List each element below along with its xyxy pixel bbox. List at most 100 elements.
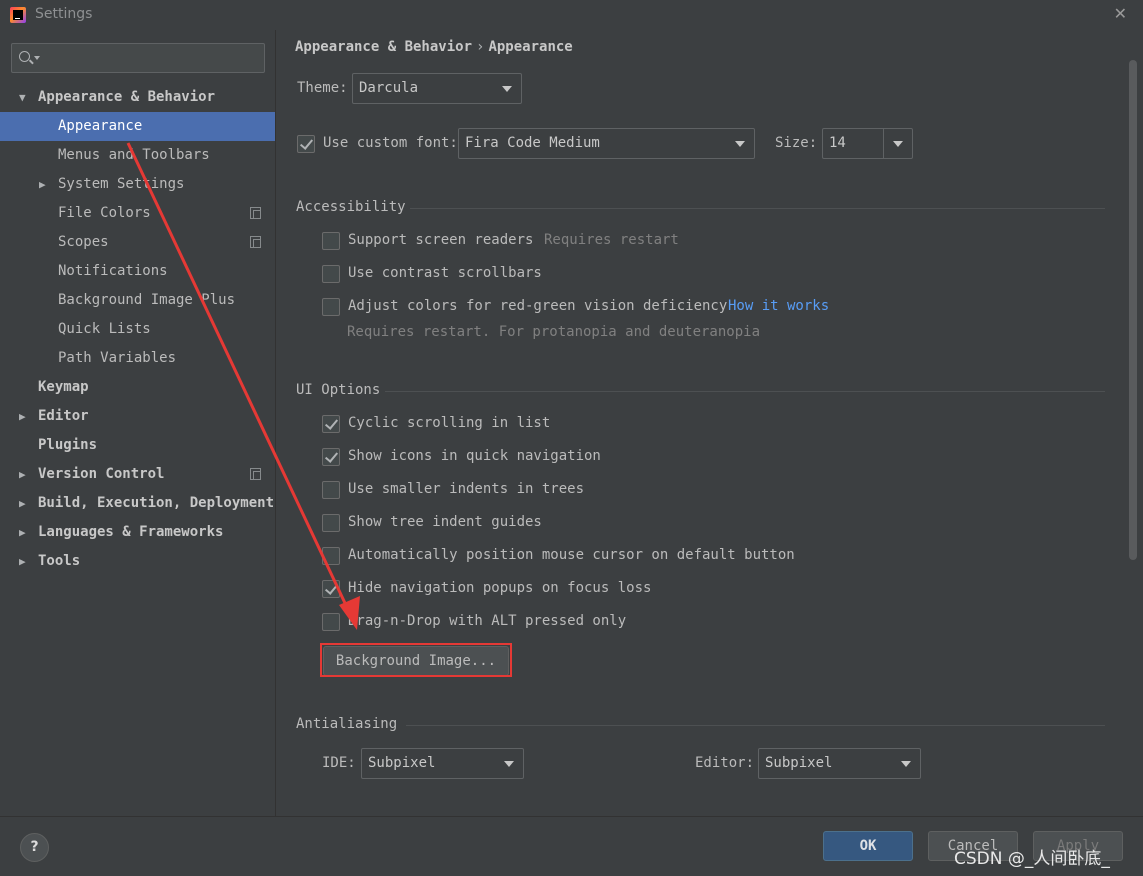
- breadcrumb-current: Appearance: [488, 39, 573, 55]
- font-size-select[interactable]: 14: [822, 128, 913, 159]
- tree-item-label: Languages & Frameworks: [38, 524, 224, 540]
- show-icons-checkbox[interactable]: [322, 448, 340, 466]
- close-icon[interactable]: ✕: [1114, 4, 1127, 23]
- tree-item-system-settings[interactable]: ▶ System Settings: [0, 170, 275, 199]
- tree-item-label: Tools: [38, 553, 81, 569]
- section-divider: [385, 391, 1105, 392]
- help-button[interactable]: ?: [20, 833, 49, 862]
- ok-button[interactable]: OK: [823, 831, 913, 861]
- expanded-arrow-icon[interactable]: ▼: [19, 83, 26, 112]
- tree-item-path-variables[interactable]: Path Variables: [0, 344, 275, 373]
- contrast-scrollbars-checkbox[interactable]: [322, 265, 340, 283]
- font-value: Fira Code Medium: [465, 135, 600, 151]
- tree-item-notifications[interactable]: Notifications: [0, 257, 275, 286]
- appearance-settings-panel: Appearance & Behavior › Appearance Theme: …: [275, 30, 1143, 816]
- cyclic-scrolling-checkbox[interactable]: [322, 415, 340, 433]
- tree-item-label: Background Image Plus: [58, 292, 236, 308]
- hide-popups-checkbox[interactable]: [322, 580, 340, 598]
- hide-popups-label: Hide navigation popups on focus loss: [348, 580, 652, 596]
- color-deficiency-checkbox[interactable]: [322, 298, 340, 316]
- collapsed-arrow-icon[interactable]: ▶: [39, 170, 46, 199]
- dialog-footer: ? OK Cancel Apply CSDN @_人间卧底_: [0, 816, 1143, 876]
- tree-item-plugins[interactable]: Plugins: [0, 431, 275, 460]
- font-select[interactable]: Fira Code Medium: [458, 128, 755, 159]
- tree-item-editor[interactable]: ▶ Editor: [0, 402, 275, 431]
- breadcrumb: Appearance & Behavior › Appearance: [295, 39, 573, 55]
- editor-antialiasing-select[interactable]: Subpixel: [758, 748, 921, 779]
- collapsed-arrow-icon[interactable]: ▶: [19, 402, 26, 431]
- drag-drop-checkbox[interactable]: [322, 613, 340, 631]
- project-level-copy-icon: [250, 468, 261, 480]
- combo-divider: [883, 129, 884, 158]
- tree-item-label: Menus and Toolbars: [58, 147, 210, 163]
- collapsed-arrow-icon[interactable]: ▶: [19, 489, 26, 518]
- intellij-app-icon: [10, 7, 26, 23]
- search-icon: [19, 51, 30, 62]
- tree-item-scopes[interactable]: Scopes: [0, 228, 275, 257]
- section-divider: [410, 208, 1105, 209]
- smaller-indents-label: Use smaller indents in trees: [348, 481, 585, 497]
- tree-item-label: Version Control: [38, 466, 165, 482]
- auto-mouse-checkbox[interactable]: [322, 547, 340, 565]
- indent-guides-checkbox[interactable]: [322, 514, 340, 532]
- collapsed-arrow-icon[interactable]: ▶: [19, 547, 26, 576]
- custom-font-checkbox[interactable]: [297, 135, 315, 153]
- annotation-highlight-box: [320, 643, 512, 677]
- tree-item-languages-frameworks[interactable]: ▶ Languages & Frameworks: [0, 518, 275, 547]
- color-deficiency-label: Adjust colors for red-green vision defic…: [348, 298, 728, 314]
- theme-value: Darcula: [359, 80, 419, 96]
- chevron-down-icon: [901, 761, 911, 767]
- collapsed-arrow-icon[interactable]: ▶: [19, 518, 26, 547]
- tree-item-label: System Settings: [58, 176, 185, 192]
- tree-item-label: Notifications: [58, 263, 168, 279]
- ide-antialiasing-select[interactable]: Subpixel: [361, 748, 524, 779]
- smaller-indents-checkbox[interactable]: [322, 481, 340, 499]
- editor-antialiasing-label: Editor:: [695, 755, 755, 771]
- show-icons-label: Show icons in quick navigation: [348, 448, 601, 464]
- breadcrumb-separator: ›: [476, 39, 485, 55]
- tree-item-tools[interactable]: ▶ Tools: [0, 547, 275, 576]
- search-input[interactable]: [11, 43, 265, 73]
- search-history-chevron-icon[interactable]: [34, 56, 40, 60]
- antialiasing-section-title: Antialiasing: [296, 716, 398, 732]
- tree-item-label: Scopes: [58, 234, 109, 250]
- auto-mouse-label: Automatically position mouse cursor on d…: [348, 547, 795, 563]
- window-title: Settings: [35, 6, 93, 22]
- tree-item-build-execution-deployment[interactable]: ▶ Build, Execution, Deployment: [0, 489, 275, 518]
- chevron-down-icon: [504, 761, 514, 767]
- tree-item-label: Appearance & Behavior: [38, 89, 216, 105]
- tree-item-version-control[interactable]: ▶ Version Control: [0, 460, 275, 489]
- tree-item-file-colors[interactable]: File Colors: [0, 199, 275, 228]
- how-it-works-link[interactable]: How it works: [728, 298, 829, 314]
- tree-item-appearance[interactable]: Appearance: [0, 112, 275, 141]
- vertical-scrollbar[interactable]: [1129, 60, 1137, 560]
- font-size-value: 14: [829, 135, 846, 151]
- ide-antialiasing-label: IDE:: [322, 755, 356, 771]
- screen-readers-label: Support screen readers: [348, 232, 534, 248]
- cyclic-scrolling-label: Cyclic scrolling in list: [348, 415, 551, 431]
- theme-select[interactable]: Darcula: [352, 73, 522, 104]
- settings-tree: ▼ Appearance & Behavior Appearance Menus…: [0, 83, 275, 576]
- tree-item-appearance-behavior[interactable]: ▼ Appearance & Behavior: [0, 83, 275, 112]
- chevron-down-icon: [735, 141, 745, 147]
- indent-guides-label: Show tree indent guides: [348, 514, 542, 530]
- collapsed-arrow-icon[interactable]: ▶: [19, 460, 26, 489]
- contrast-scrollbars-label: Use contrast scrollbars: [348, 265, 542, 281]
- tree-item-background-image-plus[interactable]: Background Image Plus: [0, 286, 275, 315]
- tree-item-label: File Colors: [58, 205, 151, 221]
- tree-item-label: Editor: [38, 408, 89, 424]
- breadcrumb-parent: Appearance & Behavior: [295, 39, 473, 55]
- tree-item-label: Quick Lists: [58, 321, 151, 337]
- settings-sidebar: ▼ Appearance & Behavior Appearance Menus…: [0, 30, 275, 816]
- watermark-text: CSDN @_人间卧底_: [954, 849, 1110, 869]
- tree-item-keymap[interactable]: Keymap: [0, 373, 275, 402]
- font-size-label: Size:: [775, 135, 818, 151]
- screen-readers-checkbox[interactable]: [322, 232, 340, 250]
- tree-item-menus-toolbars[interactable]: Menus and Toolbars: [0, 141, 275, 170]
- tree-item-label: Path Variables: [58, 350, 177, 366]
- tree-item-label: Keymap: [38, 379, 89, 395]
- color-deficiency-hint: Requires restart. For protanopia and deu…: [347, 324, 761, 340]
- tree-item-quick-lists[interactable]: Quick Lists: [0, 315, 275, 344]
- screen-readers-hint: Requires restart: [544, 232, 679, 248]
- editor-antialiasing-value: Subpixel: [765, 755, 833, 771]
